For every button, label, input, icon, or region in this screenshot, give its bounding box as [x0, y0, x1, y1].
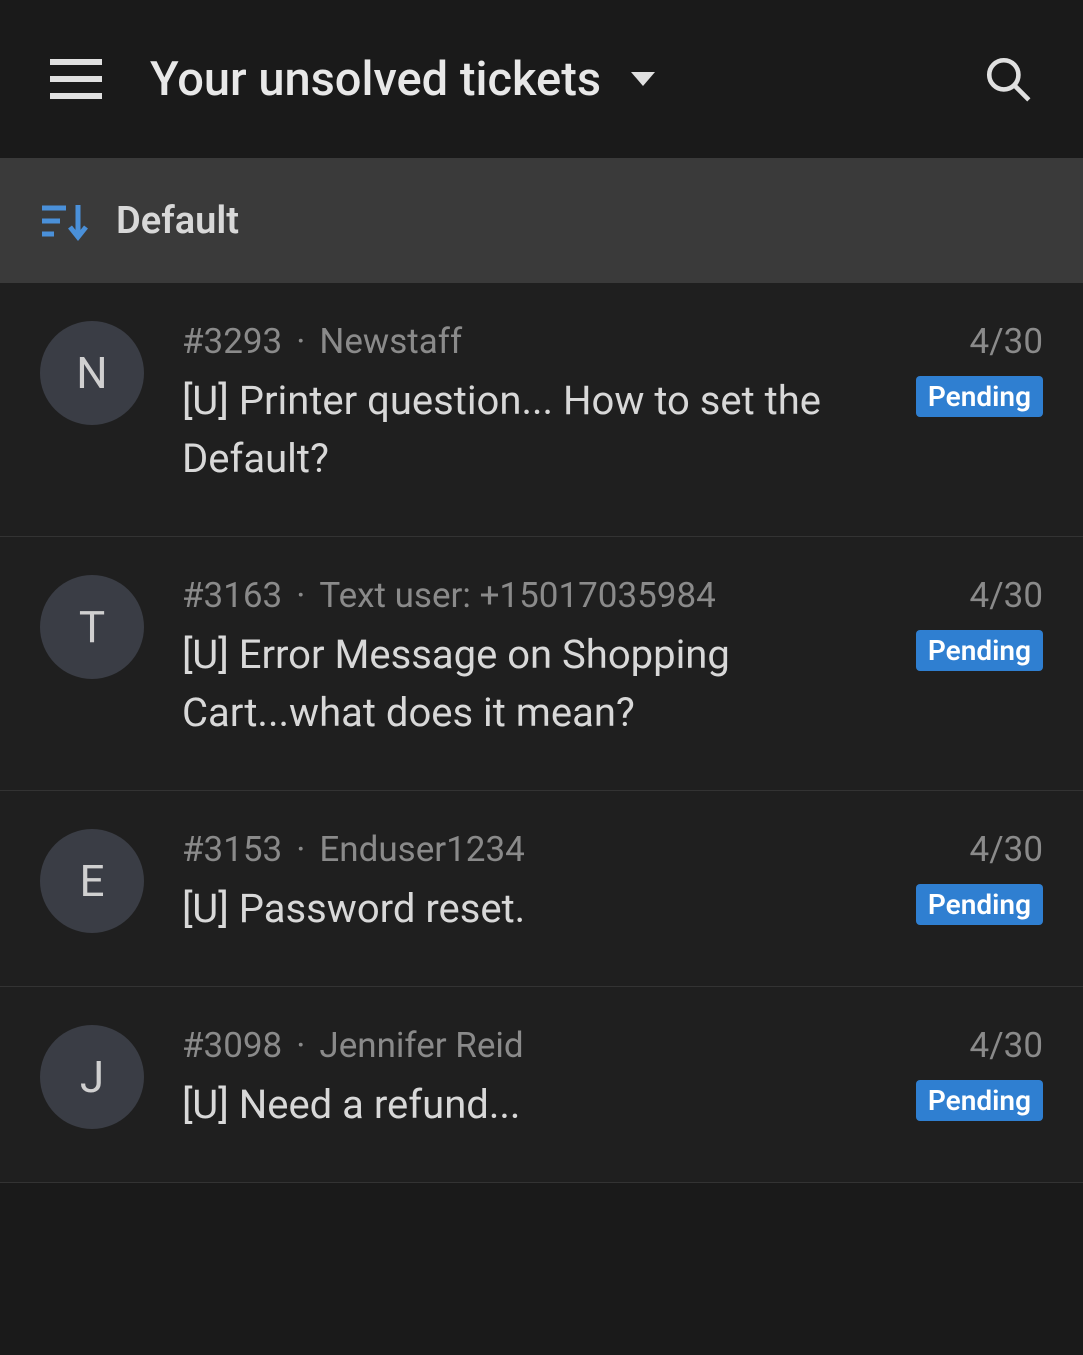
ticket-date: 4/30	[970, 1025, 1043, 1066]
ticket-meta: #3163 · Text user: +15017035984	[182, 575, 716, 616]
ticket-row[interactable]: E #3153 · Enduser1234 4/30 [U] Password …	[0, 791, 1083, 987]
ticket-meta-row: #3163 · Text user: +15017035984 4/30	[182, 575, 1043, 616]
ticket-meta: #3098 · Jennifer Reid	[182, 1025, 524, 1066]
ticket-date: 4/30	[970, 829, 1043, 870]
ticket-body: #3293 · Newstaff 4/30 [U] Printer questi…	[182, 321, 1043, 488]
ticket-id: #3153	[182, 829, 282, 870]
ticket-subject-row: [U] Printer question... How to set the D…	[182, 372, 1043, 488]
ticket-requester: Text user: +15017035984	[319, 575, 715, 616]
ticket-list: N #3293 · Newstaff 4/30 [U] Printer ques…	[0, 283, 1083, 1183]
status-badge: Pending	[916, 630, 1043, 671]
ticket-id: #3293	[182, 321, 282, 362]
ticket-meta-row: #3153 · Enduser1234 4/30	[182, 829, 1043, 870]
ticket-subject-row: [U] Password reset. Pending	[182, 880, 1043, 938]
ticket-row[interactable]: T #3163 · Text user: +15017035984 4/30 […	[0, 537, 1083, 791]
ticket-meta: #3293 · Newstaff	[182, 321, 462, 362]
search-icon	[983, 54, 1033, 104]
hamburger-icon	[50, 59, 102, 65]
ticket-date: 4/30	[970, 321, 1043, 362]
ticket-subject-row: [U] Need a refund... Pending	[182, 1076, 1043, 1134]
ticket-meta-row: #3293 · Newstaff 4/30	[182, 321, 1043, 362]
chevron-down-icon	[631, 72, 655, 86]
status-badge: Pending	[916, 884, 1043, 925]
ticket-id: #3098	[182, 1025, 282, 1066]
ticket-meta: #3153 · Enduser1234	[182, 829, 525, 870]
avatar: E	[40, 829, 144, 933]
separator: ·	[296, 1025, 305, 1066]
sort-icon	[40, 201, 90, 241]
ticket-body: #3153 · Enduser1234 4/30 [U] Password re…	[182, 829, 1043, 938]
sort-bar[interactable]: Default	[0, 158, 1083, 283]
avatar: T	[40, 575, 144, 679]
hamburger-icon	[50, 93, 102, 99]
ticket-requester: Newstaff	[319, 321, 462, 362]
ticket-subject-row: [U] Error Message on Shopping Cart...wha…	[182, 626, 1043, 742]
ticket-subject: [U] Password reset.	[182, 880, 886, 938]
search-button[interactable]	[983, 54, 1033, 104]
separator: ·	[296, 575, 305, 616]
ticket-subject: [U] Printer question... How to set the D…	[182, 372, 886, 488]
ticket-requester: Enduser1234	[319, 829, 524, 870]
page-title: Your unsolved tickets	[150, 52, 601, 107]
ticket-id: #3163	[182, 575, 282, 616]
avatar: J	[40, 1025, 144, 1129]
ticket-row[interactable]: J #3098 · Jennifer Reid 4/30 [U] Need a …	[0, 987, 1083, 1183]
ticket-meta-row: #3098 · Jennifer Reid 4/30	[182, 1025, 1043, 1066]
ticket-body: #3163 · Text user: +15017035984 4/30 [U]…	[182, 575, 1043, 742]
ticket-body: #3098 · Jennifer Reid 4/30 [U] Need a re…	[182, 1025, 1043, 1134]
ticket-date: 4/30	[970, 575, 1043, 616]
sort-label: Default	[116, 199, 239, 243]
app-header: Your unsolved tickets	[0, 0, 1083, 158]
hamburger-menu-button[interactable]	[50, 59, 102, 99]
ticket-subject: [U] Error Message on Shopping Cart...wha…	[182, 626, 886, 742]
status-badge: Pending	[916, 1080, 1043, 1121]
separator: ·	[296, 321, 305, 362]
separator: ·	[296, 829, 305, 870]
avatar: N	[40, 321, 144, 425]
ticket-row[interactable]: N #3293 · Newstaff 4/30 [U] Printer ques…	[0, 283, 1083, 537]
hamburger-icon	[50, 76, 102, 82]
view-selector[interactable]: Your unsolved tickets	[150, 52, 935, 107]
ticket-requester: Jennifer Reid	[319, 1025, 523, 1066]
ticket-subject: [U] Need a refund...	[182, 1076, 886, 1134]
status-badge: Pending	[916, 376, 1043, 417]
